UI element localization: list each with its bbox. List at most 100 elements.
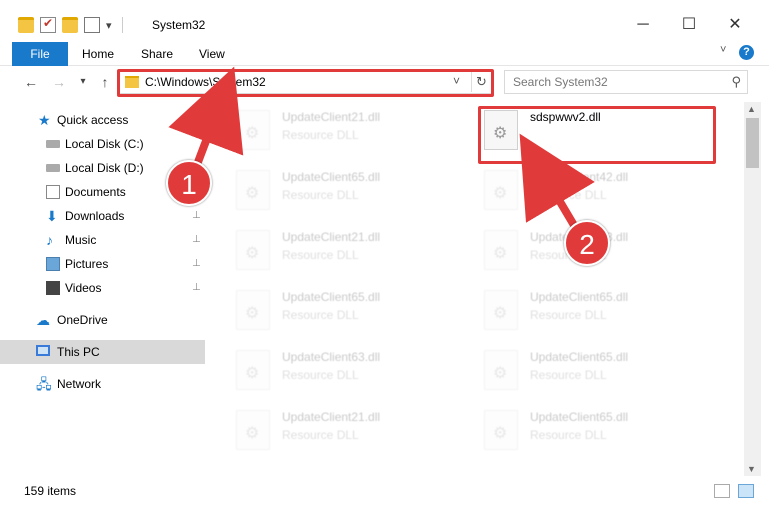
- forward-button[interactable]: →: [50, 72, 68, 92]
- up-button[interactable]: ↑: [96, 72, 114, 92]
- file-type: Resource DLL: [282, 128, 359, 142]
- file-item-sdspwwv2[interactable]: ⚙ sdspwwv2.dll: [480, 108, 720, 164]
- sidebar-item-label: Network: [57, 377, 102, 391]
- dll-file-icon: ⚙: [236, 290, 270, 330]
- downloads-icon: ⬇: [46, 208, 58, 224]
- dll-file-icon: ⚙: [484, 350, 518, 390]
- sidebar-item-pictures[interactable]: Pictures ⊥: [0, 252, 205, 276]
- close-button[interactable]: ✕: [712, 10, 758, 40]
- file-name: UpdateClient65.dll: [530, 350, 629, 364]
- file-name: UpdateClient65.dll: [530, 410, 629, 424]
- file-type: Resource DLL: [530, 368, 607, 382]
- properties-check-icon[interactable]: [40, 16, 56, 33]
- documents-icon: [46, 185, 60, 199]
- file-item[interactable]: ⚙ UpdateClient65.dll Resource DLL: [480, 288, 720, 344]
- scroll-up-icon[interactable]: ▲: [747, 104, 756, 114]
- file-name: UpdateClient63.dll: [282, 350, 381, 364]
- scrollbar-thumb[interactable]: [746, 118, 759, 168]
- pin-icon[interactable]: ⊥: [192, 228, 201, 252]
- step-2-badge: 2: [564, 220, 610, 266]
- sidebar-item-downloads[interactable]: ⬇ Downloads ⊥: [0, 204, 205, 228]
- file-name: UpdateClient21.dll: [282, 230, 381, 244]
- large-icons-view-icon[interactable]: [738, 484, 754, 498]
- folder-icon[interactable]: [18, 17, 34, 33]
- address-path[interactable]: C:\Windows\System32: [145, 75, 266, 89]
- item-count: 159 items: [24, 484, 77, 498]
- file-item[interactable]: ⚙ UpdateClient65.dll Resource DLL: [480, 408, 720, 464]
- help-icon[interactable]: ?: [739, 45, 754, 60]
- file-name: sdspwwv2.dll: [530, 110, 601, 124]
- pin-icon[interactable]: ⊥: [192, 276, 201, 300]
- expand-ribbon-icon[interactable]: ˅: [720, 44, 726, 56]
- address-dropdown-icon[interactable]: ˅: [453, 74, 460, 88]
- file-item[interactable]: ⚙ UpdateClient63.dll Resource DLL: [232, 348, 472, 404]
- file-name: UpdateClient65.dll: [282, 170, 381, 184]
- file-type: Resource DLL: [530, 188, 607, 202]
- pin-icon[interactable]: ⊥: [192, 204, 201, 228]
- file-type: Resource DLL: [282, 188, 359, 202]
- file-item[interactable]: ⚙ UpdateClient65.dll Resource DLL: [232, 288, 472, 344]
- file-name: UpdateClient21.dll: [282, 110, 381, 124]
- onedrive-icon: ☁: [36, 312, 50, 328]
- tab-view[interactable]: View: [199, 42, 225, 66]
- view-properties-icon[interactable]: [84, 17, 100, 33]
- back-button[interactable]: ←: [22, 72, 40, 92]
- sidebar-item-label: Downloads: [65, 209, 125, 223]
- quick-access-toolbar: ▾: [18, 14, 127, 36]
- file-type: Resource DLL: [530, 308, 607, 322]
- sidebar-item-label: Pictures: [65, 257, 109, 271]
- dll-file-icon: ⚙: [484, 230, 518, 270]
- status-bar: 159 items: [0, 478, 769, 506]
- file-item[interactable]: ⚙ UpdateClient42.dll Resource DLL: [480, 168, 720, 224]
- file-item[interactable]: ⚙ UpdateClient21.dll Resource DLL: [232, 108, 472, 164]
- network-icon: 🖧: [36, 376, 52, 392]
- sidebar-item-this-pc[interactable]: This PC: [0, 340, 205, 364]
- sidebar-item-videos[interactable]: Videos ⊥: [0, 276, 205, 300]
- recent-locations-button[interactable]: ▾: [74, 72, 92, 92]
- step-1-badge: 1: [166, 160, 212, 206]
- minimize-button[interactable]: ─: [620, 10, 666, 40]
- sidebar-item-label: Local Disk (D:): [65, 161, 144, 175]
- sidebar-item-label: Documents: [65, 185, 126, 199]
- sidebar-item-label: Music: [65, 233, 97, 247]
- qat-dropdown-icon[interactable]: ▾: [106, 19, 112, 32]
- dll-file-icon: ⚙: [484, 290, 518, 330]
- window-title: System32: [152, 18, 206, 32]
- sidebar-item-label: Local Disk (C:): [65, 137, 144, 151]
- file-item[interactable]: ⚙ UpdateClient65.dll Resource DLL: [480, 348, 720, 404]
- file-item[interactable]: ⚙ UpdateClient65.dll Resource DLL: [232, 168, 472, 224]
- new-folder-icon[interactable]: [62, 17, 78, 33]
- disk-icon: [46, 140, 60, 148]
- sidebar-item-quick-access[interactable]: ★ Quick access: [0, 108, 205, 132]
- sidebar-item-label: Videos: [65, 281, 102, 295]
- sidebar-item-label: This PC: [57, 345, 100, 359]
- file-type: Resource DLL: [282, 308, 359, 322]
- pin-icon[interactable]: ⊥: [192, 252, 201, 276]
- file-name: UpdateClient42.dll: [530, 170, 629, 184]
- tab-share[interactable]: Share: [141, 42, 173, 66]
- search-icon[interactable]: ⚲: [731, 74, 741, 90]
- sidebar-item-label: OneDrive: [57, 313, 108, 327]
- scroll-down-icon[interactable]: ▼: [747, 464, 756, 474]
- sidebar-item-onedrive[interactable]: ☁ OneDrive: [0, 308, 205, 332]
- maximize-button[interactable]: ☐: [666, 10, 712, 40]
- tab-home[interactable]: Home: [82, 42, 114, 66]
- file-item[interactable]: ⚙ UpdateClient21.dll Resource DLL: [232, 408, 472, 464]
- navigation-bar: ← → ▾ ↑ C:\Windows\System32 ˅ ↻ Search S…: [0, 66, 769, 100]
- folder-icon: [125, 76, 139, 88]
- search-box[interactable]: Search System32 ⚲: [504, 70, 748, 94]
- vertical-scrollbar[interactable]: ▲ ▼: [744, 102, 761, 476]
- file-type: Resource DLL: [282, 248, 359, 262]
- details-view-icon[interactable]: [714, 484, 730, 498]
- search-input[interactable]: Search System32: [513, 75, 608, 89]
- refresh-icon[interactable]: ↻: [471, 72, 491, 92]
- tab-file[interactable]: File: [12, 42, 68, 66]
- dll-file-icon: ⚙: [484, 410, 518, 450]
- sidebar-item-music[interactable]: ♪ Music ⊥: [0, 228, 205, 252]
- sidebar-item-local-disk-c[interactable]: Local Disk (C:): [0, 132, 205, 156]
- file-item[interactable]: ⚙ UpdateClient21.dll Resource DLL: [232, 228, 472, 284]
- address-bar[interactable]: C:\Windows\System32 ˅ ↻: [118, 70, 493, 94]
- sidebar-item-network[interactable]: 🖧 Network: [0, 372, 205, 396]
- this-pc-icon: [36, 345, 50, 356]
- file-name: UpdateClient21.dll: [282, 410, 381, 424]
